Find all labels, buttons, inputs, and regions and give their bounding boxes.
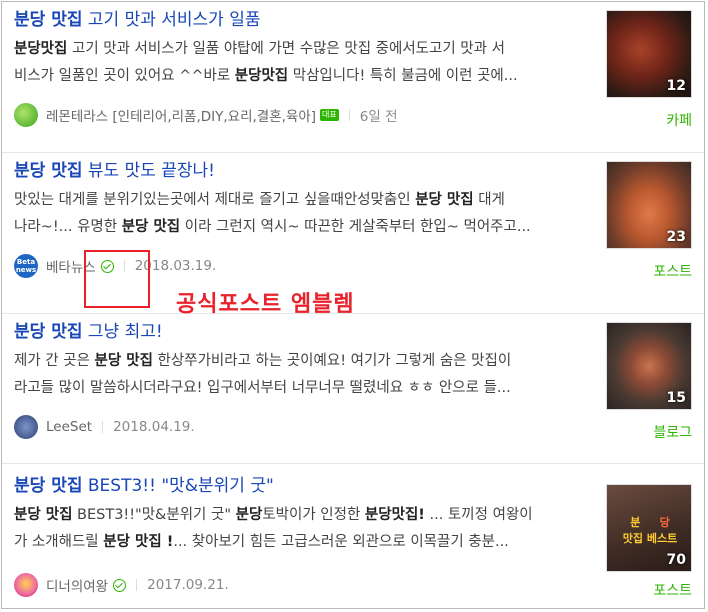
keyword-highlight: 분당 맛집 ! bbox=[103, 534, 174, 550]
description-text: 라고들 많이 말씀하시더라구요! 입구에서부터 너무너무 떨렸네요 ㅎㅎ 안으로… bbox=[14, 380, 511, 396]
keyword-highlight: 분당 맛집 bbox=[415, 192, 474, 208]
thumbnail[interactable]: 분 당 맛집 베스트 70 bbox=[606, 484, 692, 572]
result-meta: 레몬테라스 [인테리어,리폼,DIY,요리,결혼,육아] 대표 6일 전 bbox=[14, 102, 398, 128]
avatar[interactable] bbox=[14, 415, 38, 439]
search-results-panel: 분당 맛집 고기 맛과 서비스가 일품 분당맛집 고기 맛과 서비스가 일품 야… bbox=[1, 1, 705, 609]
annotation-label: 공식포스트 엠블렘 bbox=[176, 292, 355, 317]
description-text: ... 토끼정 여왕이 bbox=[424, 507, 533, 523]
result-title[interactable]: 분당 맛집 뷰도 맛도 끝장나! bbox=[14, 157, 594, 185]
result-description: 분당맛집 고기 맛과 서비스가 일품 야탑에 가면 수많은 맛집 중에서도고기 … bbox=[14, 36, 589, 90]
avatar[interactable] bbox=[14, 103, 38, 127]
thumbnail-caption: 분 당 맛집 베스트 bbox=[613, 515, 687, 547]
title-text[interactable]: 뷰도 맛도 끝장나! bbox=[82, 161, 215, 181]
post-date: 2018.04.19. bbox=[113, 419, 195, 435]
thumbnail-caption-word: 맛집 베스트 bbox=[622, 532, 678, 545]
thumbnail[interactable]: 15 bbox=[606, 322, 692, 410]
divider bbox=[102, 421, 104, 433]
description-text: 비스가 일품인 곳이 있어요 ^^바로 bbox=[14, 68, 235, 84]
image-count: 15 bbox=[666, 390, 686, 406]
description-text: 한상쭈가비라고 하는 곳이예요! 여기가 그렇게 숨은 맛집이 bbox=[152, 353, 512, 369]
description-text: 제가 간 곳은 bbox=[14, 353, 95, 369]
thumbnail[interactable]: 23 bbox=[606, 161, 692, 249]
description-text: 대게 bbox=[473, 192, 505, 208]
avatar[interactable]: Beta news bbox=[14, 254, 38, 278]
title-text[interactable]: BEST3!! "맛&분위기 굿" bbox=[82, 476, 274, 496]
description-text: 고기 맛과 서비스가 일품 야탑에 가면 수많은 맛집 중에서도고기 맛과 서 bbox=[67, 41, 505, 57]
source-link[interactable]: 포스트 bbox=[653, 580, 692, 600]
description-text: 나라~!... 유명한 bbox=[14, 219, 122, 235]
result-meta: 디너의여왕 2017.09.21. bbox=[14, 572, 229, 598]
source-link[interactable]: 포스트 bbox=[653, 261, 692, 281]
title-text[interactable]: 그냥 최고! bbox=[82, 322, 163, 342]
verified-check-icon bbox=[113, 578, 127, 592]
highlight-box bbox=[84, 250, 150, 308]
title-keyword[interactable]: 분당 맛집 bbox=[14, 161, 82, 181]
result-title[interactable]: 분당 맛집 고기 맛과 서비스가 일품 bbox=[14, 6, 594, 34]
keyword-highlight: 분당 맛집 bbox=[94, 353, 153, 369]
description-text: 가 소개해드릴 bbox=[14, 534, 104, 550]
description-line: 분당맛집 고기 맛과 서비스가 일품 야탑에 가면 수많은 맛집 중에서도고기 … bbox=[14, 36, 589, 63]
post-date: 2017.09.21. bbox=[147, 577, 229, 593]
result-meta: LeeSet 2018.04.19. bbox=[14, 414, 195, 440]
thumbnail-caption-word: 분 bbox=[630, 516, 641, 529]
result-title[interactable]: 분당 맛집 BEST3!! "맛&분위기 굿" bbox=[14, 472, 594, 500]
description-line: 제가 간 곳은 분당 맛집 한상쭈가비라고 하는 곳이예요! 여기가 그렇게 숨… bbox=[14, 348, 589, 375]
result-description: 분당 맛집 BEST3!!"맛&분위기 굿" 분당토박이가 인정한 분당맛집! … bbox=[14, 502, 589, 556]
avatar[interactable] bbox=[14, 573, 38, 597]
title-text[interactable]: 고기 맛과 서비스가 일품 bbox=[82, 10, 261, 30]
logo-text: news bbox=[15, 266, 37, 274]
description-line: 나라~!... 유명한 분당 맛집 이라 그런지 역시~ 따끈한 게살죽부터 한… bbox=[14, 214, 589, 241]
result-description: 맛있는 대게를 분위기있는곳에서 제대로 즐기고 싶을때안성맞춤인 분당 맛집 … bbox=[14, 187, 589, 241]
image-count: 70 bbox=[666, 552, 686, 568]
image-count: 23 bbox=[666, 229, 686, 245]
description-line: 가 소개해드릴 분당 맛집 !... 찾아보기 힘든 고급스러운 외관으로 이목… bbox=[14, 529, 589, 556]
result-item-3: 분당 맛집 그냥 최고! 제가 간 곳은 분당 맛집 한상쭈가비라고 하는 곳이… bbox=[2, 314, 704, 464]
result-item-4: 분당 맛집 BEST3!! "맛&분위기 굿" 분당 맛집 BEST3!!"맛&… bbox=[2, 468, 704, 608]
keyword-highlight: 분당맛집 bbox=[234, 68, 289, 84]
description-line: 비스가 일품인 곳이 있어요 ^^바로 분당맛집 막삼입니다! 특히 불금에 이… bbox=[14, 63, 589, 90]
keyword-highlight: 분당 맛집 bbox=[121, 219, 181, 235]
description-text: BEST3!!"맛&분위기 굿" bbox=[72, 507, 236, 523]
thumbnail-caption-word: 당 bbox=[659, 516, 670, 529]
title-keyword[interactable]: 분당 맛집 bbox=[14, 10, 82, 30]
description-line: 라고들 많이 말씀하시더라구요! 입구에서부터 너무너무 떨렸네요 ㅎㅎ 안으로… bbox=[14, 375, 589, 402]
description-text: 맛있는 대게를 분위기있는곳에서 제대로 즐기고 싶을때안성맞춤인 bbox=[14, 192, 416, 208]
description-text: ... 찾아보기 힘든 고급스러운 외관으로 이목끌기 충분... bbox=[173, 534, 509, 550]
result-description: 제가 간 곳은 분당 맛집 한상쭈가비라고 하는 곳이예요! 여기가 그렇게 숨… bbox=[14, 348, 589, 402]
author-name[interactable]: LeeSet bbox=[46, 419, 92, 435]
keyword-highlight: 분당맛집 bbox=[14, 41, 68, 57]
author-name[interactable]: 디너의여왕 bbox=[46, 575, 108, 595]
divider bbox=[348, 109, 350, 121]
post-date: 6일 전 bbox=[359, 109, 398, 125]
keyword-highlight: 분당 bbox=[235, 507, 263, 523]
description-text: 토박이가 인정한 bbox=[262, 507, 365, 523]
description-text: 이라 그런지 역시~ 따끈한 게살죽부터 한입~ 먹어주고... bbox=[180, 219, 531, 235]
keyword-highlight: 분당 맛집 bbox=[14, 507, 73, 523]
author-name[interactable]: 레몬테라스 [인테리어,리폼,DIY,요리,결혼,육아] bbox=[46, 105, 316, 125]
description-line: 분당 맛집 BEST3!!"맛&분위기 굿" 분당토박이가 인정한 분당맛집! … bbox=[14, 502, 589, 529]
result-title[interactable]: 분당 맛집 그냥 최고! bbox=[14, 318, 594, 346]
logo-text: Beta bbox=[16, 258, 36, 266]
thumbnail[interactable]: 12 bbox=[606, 10, 692, 98]
keyword-highlight: 분당맛집! bbox=[364, 507, 425, 523]
result-item-1: 분당 맛집 고기 맛과 서비스가 일품 분당맛집 고기 맛과 서비스가 일품 야… bbox=[2, 2, 704, 152]
title-keyword[interactable]: 분당 맛집 bbox=[14, 322, 82, 342]
representative-badge: 대표 bbox=[320, 109, 339, 121]
title-keyword[interactable]: 분당 맛집 bbox=[14, 476, 82, 496]
divider bbox=[2, 463, 704, 464]
divider bbox=[136, 579, 138, 591]
source-link[interactable]: 블로그 bbox=[653, 422, 692, 442]
image-count: 12 bbox=[666, 78, 686, 94]
description-text: 막삼입니다! 특히 불금에 이런 곳에... bbox=[288, 68, 518, 84]
source-link[interactable]: 카페 bbox=[666, 110, 692, 130]
description-line: 맛있는 대게를 분위기있는곳에서 제대로 즐기고 싶을때안성맞춤인 분당 맛집 … bbox=[14, 187, 589, 214]
